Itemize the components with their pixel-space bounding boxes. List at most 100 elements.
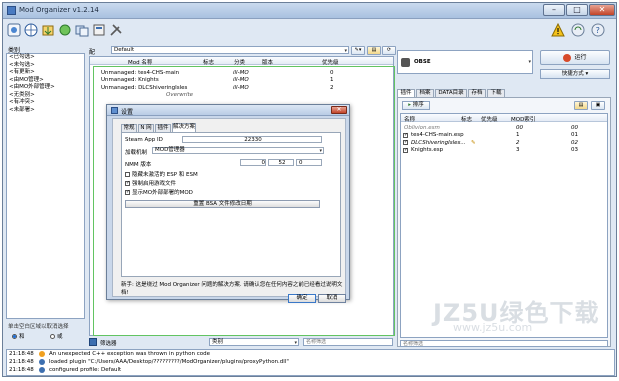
nmm-minor-input[interactable] xyxy=(268,159,294,166)
maximize-button[interactable]: □ xyxy=(566,4,588,16)
tab-plugins[interactable]: 插件 xyxy=(397,89,415,97)
mod-name: Unmanaged: DLCShiveringIsles xyxy=(101,84,188,91)
load-mechanism-select[interactable]: MOD管理器 ▾ xyxy=(152,147,324,154)
plugin-checkbox[interactable] xyxy=(403,147,408,153)
filter-select[interactable]: 类别 ▾ xyxy=(209,338,299,346)
category-item[interactable]: <由MO管理> xyxy=(7,77,84,85)
minimize-button[interactable]: – xyxy=(543,4,565,16)
force-enable-checkbox[interactable]: 强制启用游戏文件 xyxy=(125,179,176,187)
install-mod-icon[interactable] xyxy=(41,23,55,37)
tab-workarounds[interactable]: 解决方案 xyxy=(172,123,196,132)
category-item[interactable]: <有更新> xyxy=(7,69,84,77)
cancel-button[interactable]: 取消 xyxy=(318,294,346,303)
open-folder-icon[interactable]: ▤ xyxy=(367,46,381,55)
checkbox-box[interactable] xyxy=(125,172,130,177)
save-icon[interactable]: ▣ xyxy=(591,101,605,110)
filter-icon[interactable] xyxy=(89,338,97,346)
nexus-icon[interactable] xyxy=(58,23,72,37)
col-flags[interactable]: 标志 xyxy=(461,115,472,123)
plugin-checkbox[interactable] xyxy=(403,139,408,145)
table-row[interactable]: Knights.esp 3 03 xyxy=(401,147,607,155)
mod-priority: 2 xyxy=(330,84,334,91)
col-version[interactable]: 版本 xyxy=(262,58,273,66)
plugin-filter-input[interactable] xyxy=(400,340,608,347)
col-category[interactable]: 分类 xyxy=(234,58,245,66)
warning-icon[interactable] xyxy=(551,22,565,37)
category-item[interactable]: <有冲突> xyxy=(7,99,84,107)
globe-icon[interactable] xyxy=(24,23,38,37)
and-radio[interactable] xyxy=(12,334,17,339)
executable-icon xyxy=(401,58,410,67)
ok-button[interactable]: 确定 xyxy=(288,294,316,303)
nmm-major-input[interactable] xyxy=(240,159,266,166)
mod-actions-button[interactable]: ✎▾ xyxy=(351,46,365,55)
table-row[interactable]: DLCShiveringIsles... ✎ 2 02 xyxy=(401,139,607,147)
log-message: An unexpected C++ exception was thrown i… xyxy=(49,351,210,357)
dialog-close-button[interactable]: ✕ xyxy=(331,106,347,114)
tab-general[interactable]: 常规 xyxy=(121,124,137,132)
profiles-icon[interactable] xyxy=(75,23,89,37)
plugin-checkbox[interactable] xyxy=(403,132,408,138)
warning-icon xyxy=(39,351,45,357)
display-external-checkbox[interactable]: 显示MO外部部署的MOD xyxy=(125,188,193,196)
col-mod-index[interactable]: MOD索引 xyxy=(511,115,535,123)
col-flags[interactable]: 标志 xyxy=(203,58,214,66)
category-item[interactable]: <由MO外部管理> xyxy=(7,84,84,92)
col-priority[interactable]: 优先级 xyxy=(322,58,339,66)
category-item[interactable]: <无类别> xyxy=(7,92,84,100)
run-button[interactable]: 运行 xyxy=(540,50,610,65)
table-row[interactable]: Unmanaged: Knights ill-MO 1 xyxy=(90,77,393,85)
folder-icon[interactable]: ▤ xyxy=(574,101,588,110)
main-window: Mod Organizer v1.2.14 – □ ✕ ? 类别 <已勾选> <… xyxy=(2,2,617,377)
or-radio-label: 或 xyxy=(57,334,63,340)
mod-category: ill-MO xyxy=(233,84,249,91)
table-row[interactable]: Unmanaged: DLCShiveringIsles ill-MO 2 xyxy=(90,84,393,92)
plugin-name: Knights.esp xyxy=(411,147,444,153)
profile-select[interactable]: Default ▾ xyxy=(111,46,349,54)
executable-select[interactable]: OBSE ▾ xyxy=(397,50,533,74)
tab-archives[interactable]: 档案 xyxy=(416,89,434,97)
col-name[interactable]: 名称 xyxy=(404,115,415,123)
table-row[interactable]: Unmanaged: tes4-CHS-main ill-MO 0 xyxy=(90,69,393,77)
or-radio[interactable] xyxy=(50,334,56,339)
tab-data[interactable]: DATA目录 xyxy=(435,89,467,97)
category-item[interactable]: <未部署> xyxy=(7,107,84,115)
steam-appid-input[interactable] xyxy=(182,136,322,143)
sort-button[interactable]: ▸ 排序 xyxy=(402,101,430,110)
hide-inactive-checkbox[interactable]: 隐藏未激活的 ESP 和 ESM xyxy=(125,170,198,178)
filter-mode: 和 或 xyxy=(12,332,63,340)
instance-icon[interactable] xyxy=(7,23,21,37)
tab-downloads[interactable]: 下载 xyxy=(487,89,505,97)
nmm-patch-input[interactable] xyxy=(296,159,322,166)
refresh-icon[interactable]: ⟳ xyxy=(382,46,396,55)
tab-plugins[interactable]: 插件 xyxy=(155,124,171,132)
help-icon[interactable]: ? xyxy=(591,23,605,37)
run-label: 运行 xyxy=(574,54,587,61)
checkbox-box[interactable] xyxy=(125,189,130,195)
settings-dialog: 设置 ✕ 常规 N 网 插件 解决方案 Steam App ID 加载机制 MO… xyxy=(106,104,350,303)
chevron-down-icon: ▾ xyxy=(319,148,322,154)
tab-nexus[interactable]: N 网 xyxy=(138,124,154,132)
tab-saves[interactable]: 存档 xyxy=(468,89,486,97)
reset-bsa-dates-button[interactable]: 重置 BSA 文件修改日期 xyxy=(125,200,320,208)
col-mod-name[interactable]: Mod 名称 xyxy=(128,58,152,66)
close-button[interactable]: ✕ xyxy=(589,4,615,16)
shortcut-button[interactable]: 快捷方式 ▾ xyxy=(540,69,610,79)
category-list[interactable]: <已勾选> <未勾选> <有更新> <由MO管理> <由MO外部管理> <无类别… xyxy=(6,53,85,319)
category-item[interactable]: <已勾选> xyxy=(7,54,84,62)
tools-icon[interactable] xyxy=(109,23,123,37)
checkbox-box[interactable] xyxy=(125,180,130,186)
log-time: 21:18:48 xyxy=(9,351,34,357)
chevron-down-icon: ▾ xyxy=(294,340,297,346)
mod-name-filter-input[interactable] xyxy=(303,338,393,346)
table-row[interactable]: Overwrite xyxy=(90,92,393,100)
update-icon[interactable] xyxy=(571,23,585,37)
table-row[interactable]: Oblivion.esm 00 00 xyxy=(401,124,607,132)
category-item[interactable]: <未勾选> xyxy=(7,62,84,70)
table-row[interactable]: tes4-CHS-main.esp 1 01 xyxy=(401,132,607,140)
log-panel[interactable]: 21:18:48 An unexpected C++ exception was… xyxy=(6,349,615,376)
log-time: 21:18:48 xyxy=(9,367,34,373)
col-priority[interactable]: 优先级 xyxy=(481,115,498,123)
run-icon xyxy=(563,53,572,62)
executables-icon[interactable] xyxy=(92,23,106,37)
